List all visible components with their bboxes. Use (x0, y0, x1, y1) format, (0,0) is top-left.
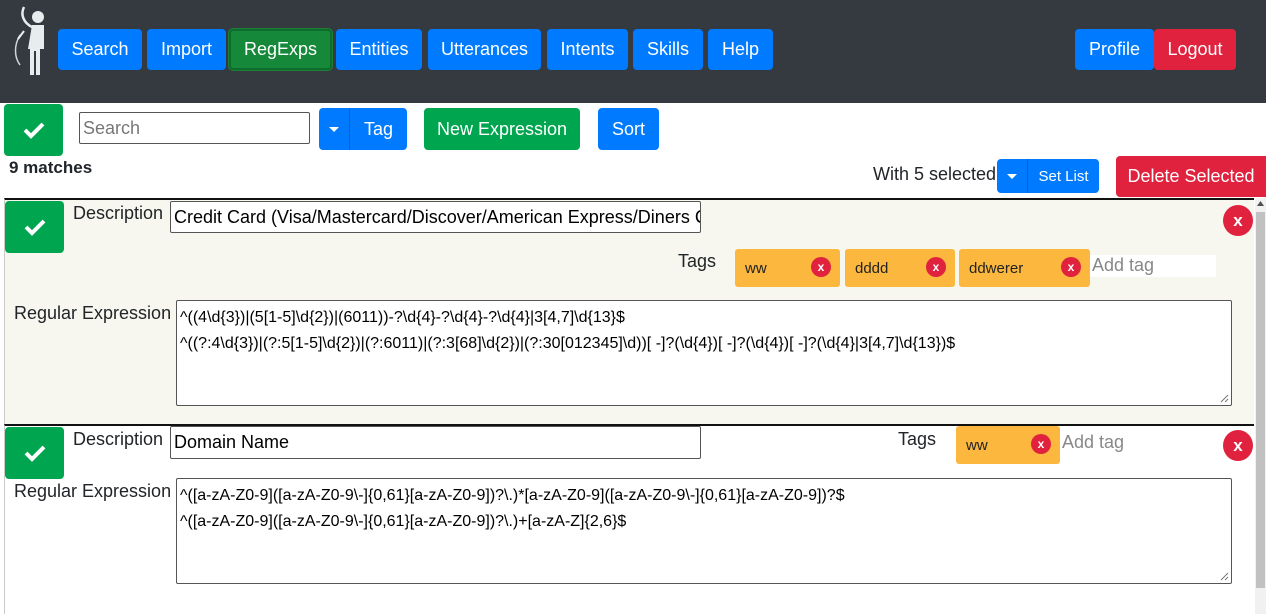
add-tag-placeholder: Add tag (1062, 432, 1125, 452)
new-expression-button[interactable]: New Expression (424, 108, 580, 150)
tag-name: ddwerer (969, 260, 1024, 277)
regex-line: ^((?:4\d{3})|(?:5[1-5]\d{2})|(?:6011)|(?… (180, 335, 956, 352)
delete-entry-button[interactable]: x (1223, 430, 1253, 461)
tag-chip: dddd x (845, 249, 955, 287)
entry-select-button[interactable] (5, 427, 64, 479)
nav-regexps-button[interactable]: RegExps (229, 29, 332, 70)
tag-dropdown-toggle[interactable] (319, 108, 350, 150)
check-icon (24, 219, 45, 236)
nav-intents-button[interactable]: Intents (547, 29, 628, 70)
navbar: Search Import RegExps Entities Utterance… (0, 0, 1266, 103)
nav-entities-button[interactable]: Entities (336, 29, 422, 70)
delete-selected-button[interactable]: Delete Selected (1116, 156, 1266, 197)
tag-chip: ww x (956, 426, 1060, 464)
entry-select-button[interactable] (5, 201, 64, 253)
check-icon (23, 122, 44, 139)
search-placeholder: Search (83, 118, 141, 138)
remove-tag-icon[interactable]: x (1031, 434, 1051, 454)
set-list-button[interactable]: Set List (1028, 159, 1099, 193)
remove-tag-icon[interactable]: x (926, 257, 946, 277)
tag-chip: ww x (735, 249, 840, 287)
close-icon: x (1233, 435, 1243, 455)
logo-figure-icon (14, 6, 44, 75)
tags-label: Tags (678, 251, 717, 271)
regex-textarea[interactable]: ^((4\d{3})|(5[1-5]\d{2})|(6011))-?\d{4}-… (176, 300, 1232, 406)
nav-import-button[interactable]: Import (147, 29, 226, 70)
description-input[interactable]: Credit Card (Visa/Mastercard/Discover/Am… (170, 201, 701, 233)
add-tag-placeholder: Add tag (1092, 255, 1155, 275)
description-label: Description (73, 203, 164, 223)
delete-entry-button[interactable]: x (1223, 205, 1253, 236)
tag-chip: ddwerer x (959, 249, 1090, 287)
tag-filter-button[interactable]: Tag (350, 108, 407, 150)
regex-line: ^((4\d{3})|(5[1-5]\d{2})|(6011))-?\d{4}-… (180, 309, 625, 326)
caret-down-icon (329, 126, 339, 132)
check-icon (24, 445, 45, 462)
search-input[interactable]: Search (79, 112, 310, 144)
tag-name: ww (966, 437, 988, 454)
nav-utterances-button[interactable]: Utterances (428, 29, 541, 70)
regex-label: Regular Expression (14, 303, 172, 323)
select-all-button[interactable] (4, 104, 63, 156)
tag-name: dddd (855, 260, 889, 277)
tag-name: ww (745, 260, 767, 277)
nav-help-button[interactable]: Help (708, 29, 773, 70)
selection-count: With 5 selected (873, 164, 997, 184)
regex-line: ^([a-zA-Z0-9]([a-zA-Z0-9\-]{0,61}[a-zA-Z… (180, 513, 627, 530)
sort-button[interactable]: Sort (598, 108, 659, 150)
description-input[interactable]: Domain Name (170, 426, 701, 459)
scroll-up-arrow-icon[interactable] (1257, 201, 1264, 207)
set-list-dropdown-toggle[interactable] (997, 159, 1028, 193)
logout-button[interactable]: Logout (1154, 29, 1236, 70)
remove-tag-icon[interactable]: x (1061, 257, 1081, 277)
resize-handle-icon[interactable] (1220, 394, 1229, 403)
scrollbar-thumb[interactable] (1256, 212, 1265, 588)
add-tag-input[interactable]: Add tag (1060, 432, 1210, 454)
add-tag-input[interactable]: Add tag (1090, 255, 1216, 277)
close-icon: x (1233, 210, 1243, 230)
caret-down-icon (1007, 173, 1017, 179)
regex-label: Regular Expression (14, 481, 172, 501)
description-label: Description (73, 429, 164, 449)
match-count: 9 matches (9, 158, 93, 177)
profile-button[interactable]: Profile (1075, 29, 1154, 70)
regex-line: ^([a-zA-Z0-9]([a-zA-Z0-9\-]{0,61}[a-zA-Z… (180, 487, 845, 504)
remove-tag-icon[interactable]: x (811, 257, 831, 277)
nav-search-button[interactable]: Search (58, 29, 142, 70)
resize-handle-icon[interactable] (1220, 572, 1229, 581)
regex-textarea[interactable]: ^([a-zA-Z0-9]([a-zA-Z0-9\-]{0,61}[a-zA-Z… (176, 478, 1232, 584)
tags-label: Tags (898, 429, 937, 449)
nav-skills-button[interactable]: Skills (633, 29, 703, 70)
